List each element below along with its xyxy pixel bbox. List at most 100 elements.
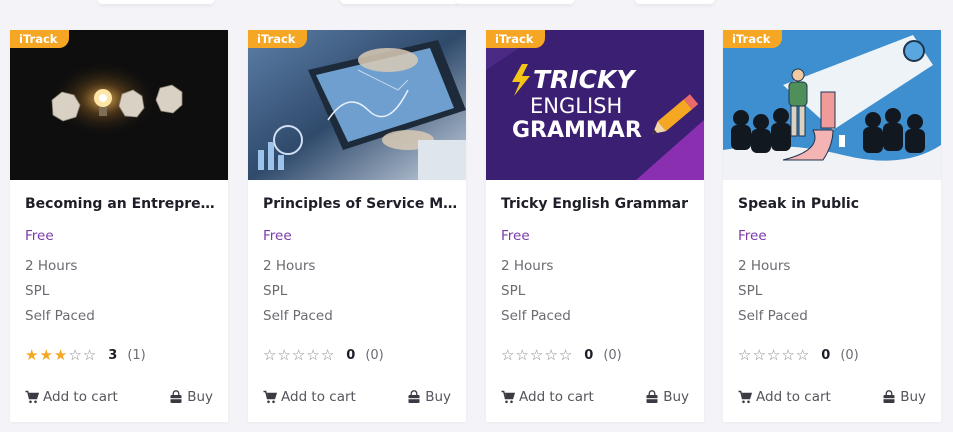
buy-label: Buy xyxy=(187,389,213,405)
add-to-cart-label: Add to cart xyxy=(281,389,356,405)
star-icon: ☆ xyxy=(320,346,335,364)
rating-value: 0 xyxy=(821,347,831,363)
add-to-cart-label: Add to cart xyxy=(43,389,118,405)
star-icon: ☆ xyxy=(306,346,320,364)
add-to-cart-button[interactable]: Add to cart xyxy=(501,389,594,405)
cart-icon xyxy=(263,390,277,404)
tablet-analytics-image xyxy=(248,30,466,180)
buy-label: Buy xyxy=(663,389,689,405)
course-card[interactable]: iTrack Speak in Public Free 2 Hours SPL … xyxy=(723,30,941,422)
tricky-english-grammar-image: TRICKY ENGLISH GRAMMAR xyxy=(486,30,704,180)
course-card[interactable]: TRICKY ENGLISH GRAMMAR iTrack Tricky Eng… xyxy=(486,30,704,422)
course-pace: Self Paced xyxy=(738,308,808,324)
rating-value: 0 xyxy=(584,347,594,363)
course-pace: Self Paced xyxy=(25,308,95,324)
buy-button[interactable]: Buy xyxy=(407,389,451,405)
course-actions: Add to cart Buy xyxy=(25,388,213,406)
star-icon: ☆ xyxy=(529,346,544,364)
add-to-cart-button[interactable]: Add to cart xyxy=(25,389,118,405)
shopping-bag-icon xyxy=(408,390,420,403)
star-icon: ☆ xyxy=(738,346,752,364)
course-title[interactable]: Becoming an Entrepreneur xyxy=(25,196,220,212)
add-to-cart-button[interactable]: Add to cart xyxy=(263,389,356,405)
course-title[interactable]: Principles of Service Management xyxy=(263,196,458,212)
course-level: SPL xyxy=(25,283,50,299)
star-icon: ☆ xyxy=(501,346,515,364)
rating-count: (0) xyxy=(603,347,622,363)
provider-badge: iTrack xyxy=(248,30,308,48)
star-icon: ☆ xyxy=(795,346,810,364)
course-duration: 2 Hours xyxy=(263,258,316,274)
course-actions: Add to cart Buy xyxy=(263,388,451,406)
thumbnail-text-1: TRICKY xyxy=(533,65,637,94)
course-grid: iTrack Becoming an Entrepreneur Free 2 H… xyxy=(10,30,943,432)
add-to-cart-label: Add to cart xyxy=(756,389,831,405)
star-rating: ☆ ☆ ☆ ☆ ☆ xyxy=(501,347,572,363)
provider-badge: iTrack xyxy=(486,30,546,48)
star-rating: ☆ ☆ ☆ ☆ ☆ xyxy=(263,347,334,363)
course-rating: ☆ ☆ ☆ ☆ ☆ 0 (0) xyxy=(501,347,622,363)
previous-row-edge xyxy=(0,0,953,10)
course-level: SPL xyxy=(501,283,526,299)
course-thumbnail[interactable]: TRICKY ENGLISH GRAMMAR iTrack xyxy=(486,30,704,180)
course-actions: Add to cart Buy xyxy=(501,388,689,406)
course-duration: 2 Hours xyxy=(25,258,78,274)
public-speaker-audience-image xyxy=(723,30,941,180)
star-icon: ☆ xyxy=(263,346,277,364)
star-icon: ☆ xyxy=(766,346,781,364)
buy-button[interactable]: Buy xyxy=(169,389,213,405)
buy-button[interactable]: Buy xyxy=(645,389,689,405)
star-icon: ☆ xyxy=(277,346,291,364)
course-pace: Self Paced xyxy=(263,308,333,324)
course-duration: 2 Hours xyxy=(501,258,554,274)
shopping-bag-icon xyxy=(646,390,658,403)
add-to-cart-button[interactable]: Add to cart xyxy=(738,389,831,405)
rating-value: 0 xyxy=(346,347,356,363)
rating-count: (0) xyxy=(365,347,384,363)
course-thumbnail[interactable]: iTrack xyxy=(723,30,941,180)
cart-icon xyxy=(501,390,515,404)
course-price: Free xyxy=(738,228,767,244)
course-card[interactable]: iTrack Principles of Service Management … xyxy=(248,30,466,422)
star-icon: ☆ xyxy=(68,346,82,364)
crumpled-paper-lightbulb-image xyxy=(10,30,228,180)
star-icon: ☆ xyxy=(291,346,306,364)
star-rating: ☆ ☆ ☆ ☆ ☆ xyxy=(738,347,809,363)
thumbnail-text-2: ENGLISH xyxy=(530,94,622,118)
course-rating: ★ ★ ★ ☆ ☆ 3 (1) xyxy=(25,347,146,363)
shopping-bag-icon xyxy=(883,390,895,403)
star-icon: ☆ xyxy=(515,346,529,364)
thumbnail-text-3: GRAMMAR xyxy=(512,118,642,143)
provider-badge: iTrack xyxy=(10,30,70,48)
star-icon: ☆ xyxy=(781,346,795,364)
course-price: Free xyxy=(263,228,292,244)
star-icon: ☆ xyxy=(752,346,766,364)
course-card[interactable]: iTrack Becoming an Entrepreneur Free 2 H… xyxy=(10,30,228,422)
course-rating: ☆ ☆ ☆ ☆ ☆ 0 (0) xyxy=(263,347,384,363)
star-icon: ☆ xyxy=(558,346,573,364)
add-to-cart-label: Add to cart xyxy=(519,389,594,405)
course-thumbnail[interactable]: iTrack xyxy=(10,30,228,180)
course-price: Free xyxy=(501,228,530,244)
course-title[interactable]: Speak in Public xyxy=(738,196,933,212)
cart-icon xyxy=(738,390,752,404)
course-level: SPL xyxy=(738,283,763,299)
course-price: Free xyxy=(25,228,54,244)
star-icon: ★ xyxy=(39,346,53,364)
star-icon: ★ xyxy=(53,346,68,364)
buy-button[interactable]: Buy xyxy=(882,389,926,405)
course-thumbnail[interactable]: iTrack xyxy=(248,30,466,180)
course-rating: ☆ ☆ ☆ ☆ ☆ 0 (0) xyxy=(738,347,859,363)
course-title[interactable]: Tricky English Grammar xyxy=(501,196,696,212)
course-actions: Add to cart Buy xyxy=(738,388,926,406)
shopping-bag-icon xyxy=(170,390,182,403)
star-rating: ★ ★ ★ ☆ ☆ xyxy=(25,347,96,363)
course-pace: Self Paced xyxy=(501,308,571,324)
rating-value: 3 xyxy=(108,347,118,363)
buy-label: Buy xyxy=(425,389,451,405)
rating-count: (1) xyxy=(127,347,146,363)
provider-badge: iTrack xyxy=(723,30,783,48)
rating-count: (0) xyxy=(840,347,859,363)
star-icon: ☆ xyxy=(82,346,97,364)
buy-label: Buy xyxy=(900,389,926,405)
